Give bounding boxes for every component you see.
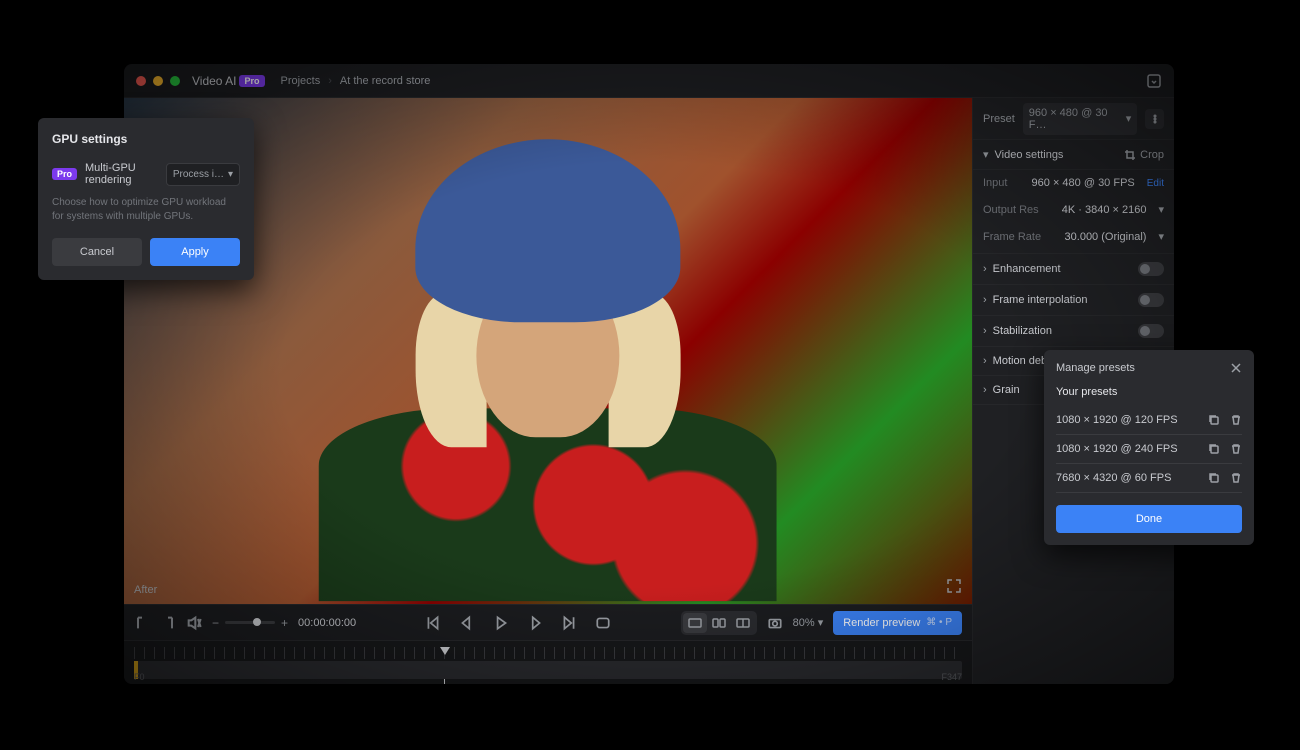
pro-badge: Pro [239,75,264,87]
apply-button[interactable]: Apply [150,238,240,266]
enhancement-toggle[interactable] [1138,262,1164,276]
breadcrumb: Projects › At the record store [281,75,431,87]
chevron-down-icon: ▾ [983,148,989,161]
preset-item: 7680 × 4320 @ 60 FPS [1056,464,1242,493]
close-icon[interactable] [136,76,146,86]
after-label: After [134,584,157,596]
loop-icon[interactable] [595,615,611,631]
popover-title: Manage presets [1056,362,1230,374]
chevron-down-icon: ▾ [818,617,824,629]
mute-icon[interactable] [186,615,202,631]
copy-icon[interactable] [1208,443,1220,455]
preset-item: 1080 × 1920 @ 240 FPS [1056,435,1242,464]
breadcrumb-root[interactable]: Projects [281,75,321,87]
cancel-button[interactable]: Cancel [52,238,142,266]
keyboard-hint: ⌘ • P [926,617,952,628]
chevron-down-icon: ▾ [1158,203,1164,216]
zoom-percent[interactable]: 80% ▾ [793,616,824,629]
mark-in-icon[interactable] [134,615,150,631]
compare-mode-segment [681,611,757,635]
render-preview-button[interactable]: Render preview ⌘ • P [833,611,962,635]
main-area: After − + 00:00:00:00 [124,98,1174,684]
minimize-icon[interactable] [153,76,163,86]
app-window: Video AI Pro Projects › At the record st… [124,64,1174,684]
preset-name: 7680 × 4320 @ 60 FPS [1056,472,1208,484]
zoom-control[interactable]: − + [212,616,288,630]
play-icon[interactable] [493,615,509,631]
breadcrumb-item[interactable]: At the record store [340,75,431,87]
mark-out-icon[interactable] [160,615,176,631]
titlebar: Video AI Pro Projects › At the record st… [124,64,1174,98]
preset-menu-button[interactable] [1145,109,1164,129]
frame-rate-field[interactable]: Frame Rate 30.000 (Original) ▾ [973,223,1174,254]
process-select[interactable]: Process i… ▾ [166,163,240,186]
fullscreen-icon[interactable] [946,578,962,594]
zoom-out-icon[interactable]: − [212,616,219,630]
chevron-down-icon: ▾ [1158,230,1164,243]
chevron-down-icon: ▾ [1126,112,1132,125]
window-controls [136,76,180,86]
done-button[interactable]: Done [1056,505,1242,533]
skip-end-icon[interactable] [561,615,577,631]
zoom-slider[interactable] [225,621,275,624]
preset-label: Preset [983,113,1015,125]
delete-icon[interactable] [1230,443,1242,455]
chevron-right-icon: › [328,75,332,87]
chevron-right-icon: › [983,294,987,306]
delete-icon[interactable] [1230,414,1242,426]
chevron-right-icon: › [983,384,987,396]
copy-icon[interactable] [1208,472,1220,484]
export-icon[interactable] [1146,73,1162,89]
input-field: Input 960 × 480 @ 30 FPS Edit [973,170,1174,196]
transport-bar: − + 00:00:00:00 [124,604,972,640]
timeline-start-label: F0 [134,672,145,682]
timeline-ruler[interactable] [134,647,962,659]
preset-name: 1080 × 1920 @ 240 FPS [1056,443,1208,455]
timeline-end-label: F347 [941,672,962,682]
snapshot-icon[interactable] [767,615,783,631]
compare-side-icon[interactable] [731,613,755,633]
manage-presets-popover: Manage presets Your presets 1080 × 1920 … [1044,350,1254,545]
crop-icon[interactable]: Crop [1124,149,1164,161]
stabilization-toggle[interactable] [1138,324,1164,338]
chevron-down-icon: ▾ [228,169,233,180]
timeline[interactable]: F0 F347 [124,640,972,684]
compare-single-icon[interactable] [683,613,707,633]
preset-item: 1080 × 1920 @ 120 FPS [1056,406,1242,435]
preset-name: 1080 × 1920 @ 120 FPS [1056,414,1208,426]
chevron-right-icon: › [983,325,987,337]
gpu-settings-modal: GPU settings Pro Multi-GPU rendering Pro… [38,118,254,280]
frame-interpolation-toggle[interactable] [1138,293,1164,307]
modal-title: GPU settings [52,132,240,146]
pro-badge: Pro [52,168,77,180]
setting-label: Multi-GPU rendering [85,162,158,186]
video-settings-header[interactable]: ▾ Video settings Crop [973,140,1174,170]
preset-select[interactable]: 960 × 480 @ 30 F… ▾ [1023,103,1137,135]
timecode: 00:00:00:00 [298,617,356,629]
your-presets-heading: Your presets [1056,386,1242,398]
delete-icon[interactable] [1230,472,1242,484]
app-name: Video AI [192,74,236,88]
maximize-icon[interactable] [170,76,180,86]
preset-row: Preset 960 × 480 @ 30 F… ▾ [973,98,1174,140]
chevron-right-icon: › [983,355,987,367]
stabilization-section[interactable]: › Stabilization [973,316,1174,347]
chevron-right-icon: › [983,263,987,275]
playhead[interactable] [440,647,450,655]
skip-start-icon[interactable] [425,615,441,631]
zoom-in-icon[interactable]: + [281,616,288,630]
close-icon[interactable] [1230,362,1242,374]
frame-interpolation-section[interactable]: › Frame interpolation [973,285,1174,316]
output-res-field[interactable]: Output Res 4K · 3840 × 2160 ▾ [973,196,1174,223]
compare-split-icon[interactable] [707,613,731,633]
edit-link[interactable]: Edit [1147,178,1164,189]
help-text: Choose how to optimize GPU workload for … [52,196,240,224]
step-back-icon[interactable] [459,615,475,631]
step-forward-icon[interactable] [527,615,543,631]
copy-icon[interactable] [1208,414,1220,426]
enhancement-section[interactable]: › Enhancement [973,254,1174,285]
